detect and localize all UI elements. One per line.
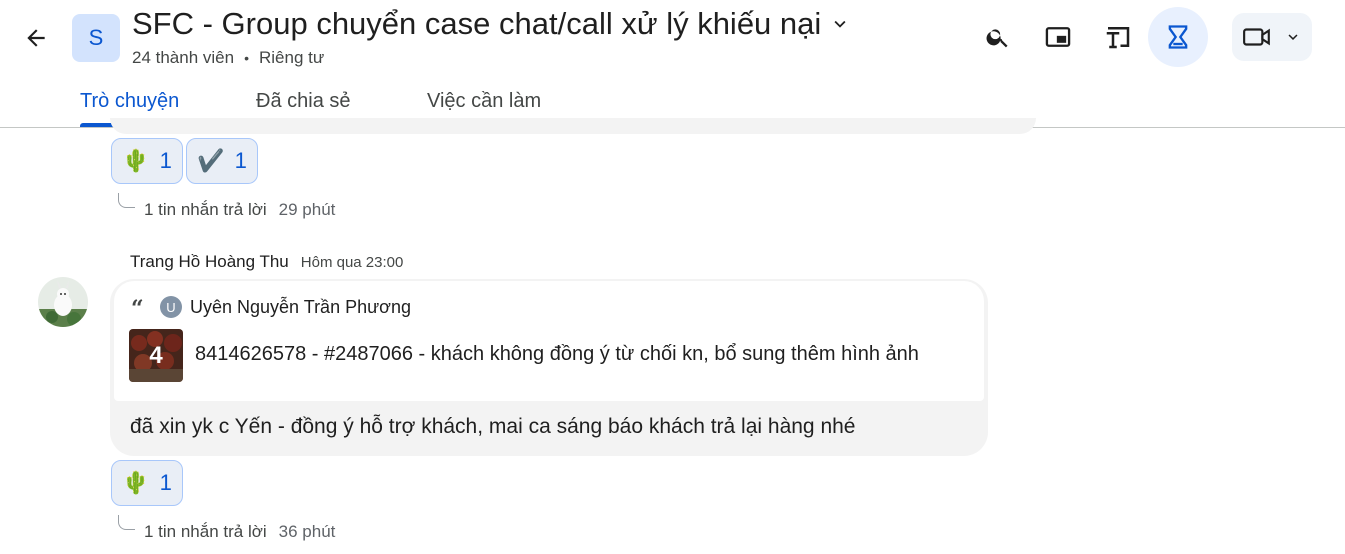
message-header: Trang Hồ Hoàng Thu Hôm qua 23:00 (130, 252, 403, 272)
tasks-button[interactable] (1148, 7, 1208, 67)
reply-time: 29 phút (278, 200, 336, 219)
space-title-dropdown[interactable]: SFC - Group chuyển case chat/call xử lý … (132, 6, 851, 42)
quote-icon: “ (131, 296, 144, 322)
cast-icon (1106, 27, 1130, 49)
back-button[interactable] (20, 22, 52, 54)
thread-line (118, 515, 135, 530)
thread-line (118, 193, 135, 208)
tab-chat[interactable]: Trò chuyện (80, 90, 179, 113)
space-title: SFC - Group chuyển case chat/call xử lý … (132, 6, 822, 41)
reaction-chip[interactable]: ✔️ 1 (186, 138, 258, 184)
reaction-chip[interactable]: 🌵 1 (111, 138, 183, 184)
space-subtitle: 24 thành viên • Riêng tư (132, 48, 324, 68)
message-text: đã xin yk c Yến - đồng ý hỗ trợ khách, m… (130, 415, 856, 438)
reaction-count: 1 (234, 148, 247, 173)
tab-shared[interactable]: Đã chia sẻ (256, 90, 351, 113)
attachment-count: 4 (149, 341, 163, 369)
reaction-count: 1 (159, 148, 172, 173)
thread-replies[interactable]: 1 tin nhắn trả lời 29 phút (144, 200, 335, 220)
reply-count[interactable]: 1 tin nhắn trả lời (144, 522, 267, 542)
quoted-author-name: Uyên Nguyễn Trần Phương (190, 297, 411, 317)
tab-tasks[interactable]: Việc cần làm (427, 90, 541, 113)
cactus-emoji-icon: 🌵 (122, 470, 150, 495)
member-count[interactable]: 24 thành viên (132, 48, 234, 68)
subtitle-separator: • (244, 50, 249, 66)
thread-replies[interactable]: 1 tin nhắn trả lời 36 phút (144, 522, 335, 542)
picture-in-picture-icon (1045, 27, 1071, 47)
reply-count[interactable]: 1 tin nhắn trả lời (144, 200, 267, 220)
reply-time: 36 phút (278, 522, 336, 541)
reaction-count: 1 (159, 470, 172, 495)
check-emoji-icon: ✔️ (197, 148, 225, 173)
chevron-down-icon (834, 20, 846, 28)
video-camera-icon (1243, 28, 1270, 46)
privacy-label: Riêng tư (259, 48, 325, 67)
video-call-button[interactable] (1232, 13, 1312, 61)
sender-name[interactable]: Trang Hồ Hoàng Thu (130, 252, 289, 272)
picture-in-picture-button[interactable] (1036, 15, 1080, 59)
cast-button[interactable] (1096, 15, 1140, 59)
message-timestamp: Hôm qua 23:00 (300, 254, 404, 271)
search-icon (986, 29, 1008, 48)
chevron-down-icon[interactable] (1284, 28, 1302, 46)
space-avatar: S (72, 14, 120, 62)
avatar[interactable] (38, 277, 88, 327)
tasks-icon (1168, 25, 1188, 49)
previous-message-bubble (110, 118, 1036, 134)
cactus-emoji-icon: 🌵 (122, 148, 150, 173)
search-button[interactable] (976, 15, 1020, 59)
reaction-chip[interactable]: 🌵 1 (111, 460, 183, 506)
quoted-author-avatar: U (160, 296, 182, 318)
quoted-text: 8414626578 - #2487066 - khách không đồng… (195, 343, 919, 365)
arrow-back-icon (27, 29, 45, 47)
